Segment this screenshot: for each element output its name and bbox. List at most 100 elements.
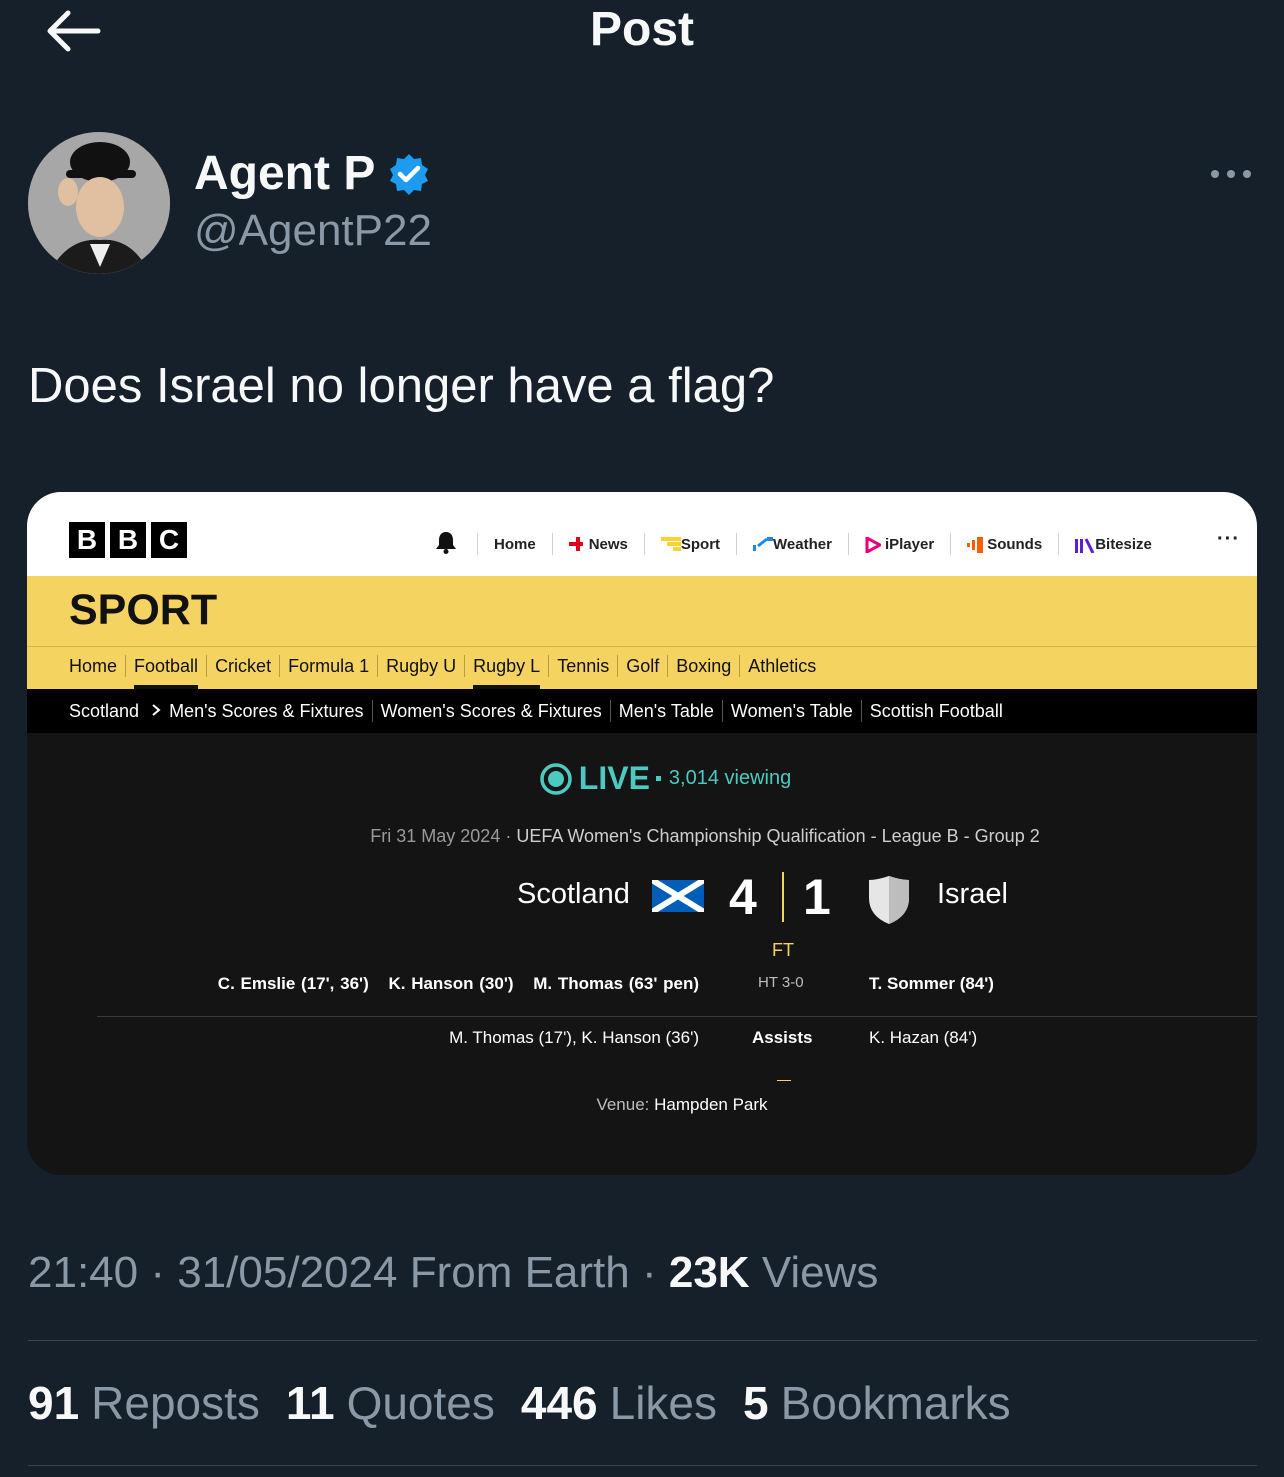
- reposts-stat[interactable]: 91 Reposts: [28, 1376, 260, 1430]
- sub-nav-root: Scotland: [69, 701, 140, 721]
- bbc-nav-label: Bitesize: [1095, 535, 1152, 553]
- match-meta: Fri 31 May 2024 · UEFA Women's Champions…: [27, 826, 1257, 847]
- bbc-nav-weather: Weather: [736, 533, 848, 555]
- bookmarks-label: Bookmarks: [780, 1377, 1011, 1429]
- author-name[interactable]: Agent P: [194, 146, 375, 201]
- bbc-logo: B B C: [69, 522, 192, 558]
- author-name-row[interactable]: Agent P: [194, 146, 431, 201]
- sport-section-title: SPORT: [69, 586, 218, 634]
- divider: [97, 1016, 1257, 1017]
- news-icon: [568, 537, 583, 551]
- bbc-nav-label: Home: [494, 535, 536, 553]
- sub-nav-item: Women's Scores & Fixtures: [371, 700, 610, 722]
- meta-separator: ·: [641, 1248, 669, 1297]
- football-sub-nav: Scotland Men's Scores & Fixtures Women's…: [69, 700, 1011, 722]
- sub-nav-item: Men's Scores & Fixtures: [169, 701, 364, 721]
- scotland-flag-icon: [652, 880, 704, 912]
- bbc-nav-label: Sounds: [987, 535, 1043, 553]
- reposts-label: Reposts: [91, 1377, 260, 1429]
- bbc-nav-label: Weather: [773, 535, 832, 553]
- bbc-nav-news: News: [551, 533, 644, 555]
- post-date[interactable]: 31/05/2024: [177, 1248, 397, 1297]
- sport-nav-item: Formula 1: [279, 655, 377, 677]
- placeholder-shield-icon: [869, 876, 909, 924]
- likes-stat[interactable]: 446 Likes: [521, 1376, 717, 1430]
- bookmarks-stat[interactable]: 5 Bookmarks: [743, 1376, 1011, 1430]
- venue-label: Venue:: [596, 1095, 650, 1114]
- bbc-nav-label: iPlayer: [884, 535, 935, 553]
- scorer: K. Hanson (30'): [388, 974, 514, 993]
- away-team-name: Israel: [937, 878, 1008, 910]
- meta-separator: ·: [150, 1248, 178, 1297]
- scorer: M. Thomas (63' pen): [533, 974, 699, 993]
- live-indicator: LIVE 3,014 viewing: [27, 760, 1257, 797]
- likes-label: Likes: [609, 1377, 718, 1429]
- quotes-label: Quotes: [346, 1377, 495, 1429]
- chevron-right-icon: [147, 700, 169, 722]
- sport-nav-item: Golf: [617, 655, 667, 677]
- venue: Venue: Hampden Park: [27, 1095, 1257, 1115]
- bbc-logo-letter: C: [151, 522, 187, 558]
- bitesize-icon: [1075, 537, 1095, 554]
- assists-label: Assists: [752, 1028, 813, 1047]
- divider: [28, 1465, 1257, 1466]
- sport-nav-item: Cricket: [206, 655, 279, 677]
- post-image[interactable]: B B C Home News Sport Weather iPlayer So…: [27, 492, 1257, 1175]
- bbc-logo-letter: B: [69, 522, 105, 558]
- sounds-icon: [967, 537, 984, 553]
- sport-nav-item: Athletics: [739, 655, 824, 677]
- sport-nav: Home Football Cricket Formula 1 Rugby U …: [69, 655, 824, 689]
- scoreline: Scotland 4 1 Israel: [27, 864, 1257, 928]
- bbc-top-nav: Home News Sport Weather iPlayer Sounds B…: [435, 530, 1168, 558]
- quotes-stat[interactable]: 11 Quotes: [286, 1376, 495, 1430]
- home-score: 4: [729, 869, 757, 925]
- post-time[interactable]: 21:40: [28, 1248, 138, 1297]
- weather-icon: [753, 537, 774, 551]
- sport-nav-item: Boxing: [667, 655, 739, 677]
- bell-icon: [435, 530, 471, 558]
- home-team-name: Scotland: [517, 878, 630, 910]
- live-separator-dot: [655, 776, 661, 781]
- score-divider: [782, 872, 784, 922]
- sport-nav-item: Football: [125, 655, 206, 689]
- views-count: 23K: [668, 1248, 750, 1297]
- sport-nav-item: Tennis: [548, 655, 617, 677]
- engagement-stats: 91 Reposts 11 Quotes 446 Likes 5 Bookmarks: [28, 1376, 1011, 1430]
- meta-separator: ·: [505, 826, 517, 846]
- away-scorers: T. Sommer (84'): [869, 974, 994, 994]
- bbc-logo-letter: B: [110, 522, 146, 558]
- match-competition: UEFA Women's Championship Qualification …: [516, 826, 1040, 846]
- more-options-button[interactable]: [1206, 160, 1256, 188]
- home-scorers: C. Emslie (17', 36') K. Hanson (30') M. …: [27, 974, 699, 994]
- bbc-nav-label: Sport: [680, 535, 721, 553]
- scorer: T. Sommer (84'): [869, 974, 994, 993]
- post-location: From Earth: [409, 1248, 630, 1297]
- live-icon: [540, 762, 572, 795]
- reposts-count: 91: [28, 1377, 80, 1429]
- likes-count: 446: [520, 1377, 598, 1429]
- sport-icon: [660, 537, 681, 551]
- divider: [28, 1340, 1257, 1341]
- sport-nav-item: Home: [69, 656, 118, 676]
- bookmarks-count: 5: [743, 1377, 769, 1429]
- avatar[interactable]: [28, 132, 170, 274]
- sport-nav-item: Rugby L: [464, 655, 548, 689]
- avatar-image: [28, 132, 170, 274]
- page-title: Post: [589, 3, 694, 56]
- live-viewing-count: 3,014 viewing: [668, 767, 792, 789]
- sub-nav-item: Scottish Football: [860, 700, 1011, 722]
- quotes-count: 11: [285, 1377, 335, 1429]
- bbc-nav-bitesize: Bitesize: [1058, 533, 1168, 555]
- bbc-nav-sport: Sport: [643, 533, 736, 555]
- away-assists: K. Hazan (84'): [869, 1028, 978, 1047]
- match-status: FT: [772, 940, 794, 960]
- bbc-nav-iplayer: iPlayer: [847, 533, 950, 555]
- live-label: LIVE: [578, 760, 650, 796]
- verified-badge-icon: [390, 153, 429, 195]
- bbc-nav-label: News: [588, 535, 628, 553]
- iplayer-icon: [865, 535, 884, 555]
- author-handle[interactable]: @AgentP22: [194, 206, 432, 256]
- bbc-nav-home: Home: [477, 533, 552, 555]
- bbc-more-icon: ···: [1217, 528, 1240, 550]
- views-label: Views: [761, 1248, 879, 1297]
